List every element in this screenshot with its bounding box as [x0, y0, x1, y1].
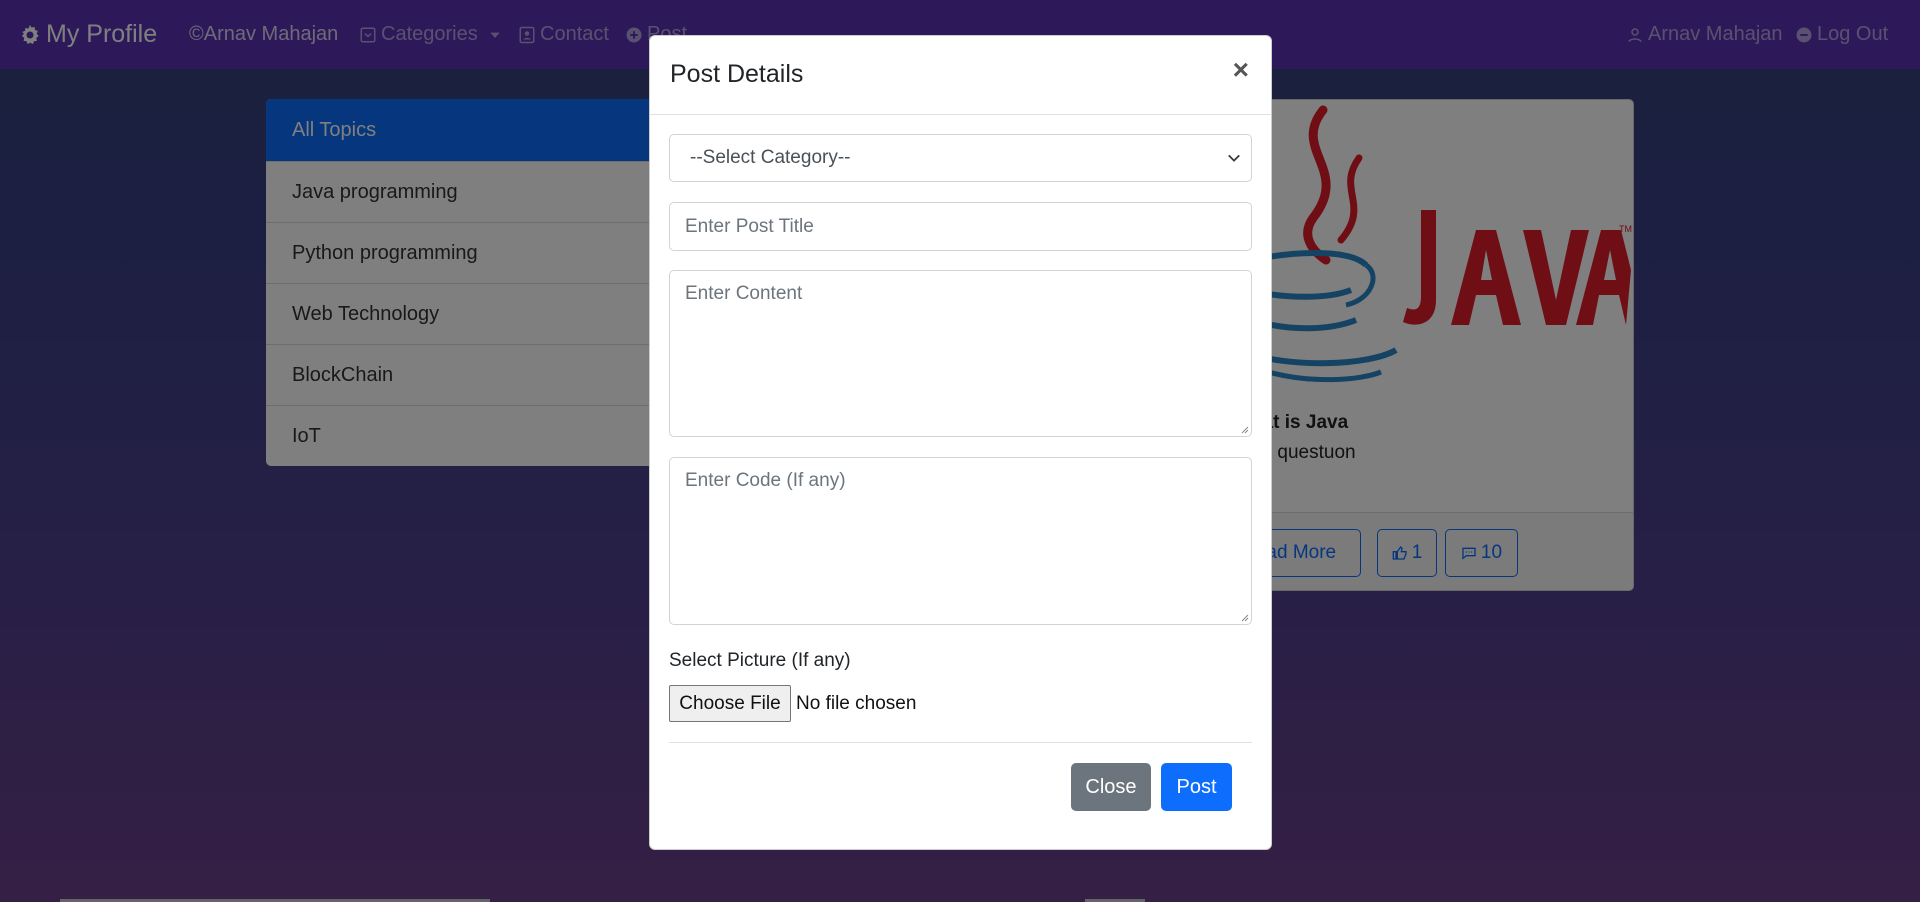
post-title-placeholder: Enter Post Title [685, 215, 814, 237]
post-details-modal: Post Details × --Select Category-- Enter… [649, 35, 1272, 850]
resize-grip-icon[interactable] [1239, 612, 1249, 622]
modal-footer-divider [669, 742, 1252, 743]
post-content-textarea[interactable]: Enter Content [669, 270, 1252, 437]
post-title-input[interactable]: Enter Post Title [669, 202, 1252, 251]
close-button[interactable]: Close [1071, 763, 1151, 811]
picture-label: Select Picture (If any) [669, 650, 851, 671]
modal-header: Post Details × [650, 36, 1271, 115]
post-code-placeholder: Enter Code (If any) [685, 470, 846, 491]
close-icon[interactable]: × [1233, 54, 1249, 86]
post-code-textarea[interactable]: Enter Code (If any) [669, 457, 1252, 625]
resize-grip-icon[interactable] [1239, 424, 1249, 434]
post-button[interactable]: Post [1161, 763, 1232, 811]
post-content-placeholder: Enter Content [685, 283, 803, 304]
chevron-down-icon [1228, 154, 1240, 162]
category-select-value: --Select Category-- [690, 147, 851, 168]
file-status-text: No file chosen [796, 693, 917, 714]
category-select[interactable]: --Select Category-- [669, 134, 1252, 182]
modal-title: Post Details [670, 60, 804, 88]
choose-file-button[interactable]: Choose File [669, 685, 791, 722]
